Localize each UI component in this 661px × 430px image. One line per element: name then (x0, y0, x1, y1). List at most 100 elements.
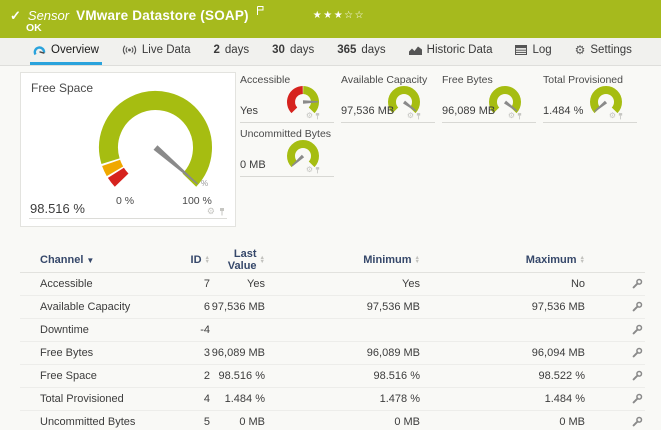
tab-historic-data[interactable]: Historic Data (406, 38, 496, 65)
tab-live-data[interactable]: Live Data (119, 38, 194, 65)
sort-icon: ▲▼ (580, 256, 585, 265)
cell-id: 5 (175, 416, 210, 428)
gauge-unit-label: % (201, 179, 208, 188)
panel-divider (29, 218, 227, 219)
gear-icon[interactable]: ⚙ (306, 166, 313, 174)
log-icon (515, 45, 527, 55)
cell-minimum: 0 MB (265, 416, 420, 428)
gear-icon[interactable]: ⚙ (407, 112, 414, 120)
gauge-value: 0 MB (240, 159, 266, 171)
object-kind-label: Sensor (28, 8, 69, 23)
cell-maximum: 96,094 MB (420, 347, 585, 359)
gear-icon[interactable]: ⚙ (306, 112, 313, 120)
channel-row[interactable]: Free Bytes 3 96,089 MB 96,089 MB 96,094 … (20, 342, 645, 365)
pin-icon[interactable] (315, 112, 320, 120)
sort-desc-icon: ▼ (86, 256, 94, 265)
pin-icon[interactable] (618, 112, 623, 120)
channel-settings-wrench-icon[interactable] (631, 370, 643, 382)
gauge-value: 96,089 MB (442, 105, 495, 117)
cell-channel: Free Space (40, 370, 175, 382)
tab-settings[interactable]: ⚙ Settings (572, 38, 635, 65)
pin-icon[interactable] (219, 207, 225, 216)
area-chart-icon (409, 45, 422, 55)
pin-icon[interactable] (315, 166, 320, 174)
cell-channel: Accessible (40, 278, 175, 290)
column-header-maximum[interactable]: Maximum ▲▼ (526, 254, 585, 266)
channel-gauge-panel[interactable]: Available Capacity 97,536 MB ⚙ (341, 72, 435, 123)
cell-maximum: 0 MB (420, 416, 585, 428)
cell-minimum: 98.516 % (265, 370, 420, 382)
sensor-overview-page: ✓ Sensor VMware Datastore (SOAP) ★★★☆☆ O… (0, 0, 661, 430)
channel-settings-wrench-icon[interactable] (631, 416, 643, 428)
channel-gauge-panel[interactable]: Uncommitted Bytes 0 MB ⚙ (240, 126, 334, 177)
cell-maximum: 1.484 % (420, 393, 585, 405)
priority-stars[interactable]: ★★★☆☆ (313, 10, 365, 21)
cell-maximum: 98.522 % (420, 370, 585, 382)
tab-2-days[interactable]: 2 days (210, 38, 252, 65)
cell-channel: Uncommitted Bytes (40, 416, 175, 428)
gauge-value: 98.516 % (30, 201, 85, 216)
column-header-minimum[interactable]: Minimum ▲▼ (363, 254, 420, 266)
channel-row[interactable]: Uncommitted Bytes 5 0 MB 0 MB 0 MB (20, 411, 645, 430)
tab-overview[interactable]: Overview (30, 38, 102, 65)
channel-row[interactable]: Accessible 7 Yes Yes No (20, 273, 645, 296)
channel-table: Channel ▼ ID ▲▼ Last Value ▲▼ Minimum ▲▼… (20, 248, 645, 430)
cell-last-value: 97,536 MB (210, 301, 265, 313)
channel-row[interactable]: Free Space 2 98.516 % 98.516 % 98.522 % (20, 365, 645, 388)
tab-30-days[interactable]: 30 days (269, 38, 317, 65)
channel-gauges-grid: Accessible Yes ⚙ Available Capacity 97,5… (240, 72, 644, 177)
gauges-section: Free Space 0 % 100 % % 98.516 % ⚙ Access… (0, 66, 661, 238)
channel-settings-wrench-icon[interactable] (631, 278, 643, 290)
channel-settings-wrench-icon[interactable] (631, 301, 643, 313)
channel-row[interactable]: Downtime -4 (20, 319, 645, 342)
column-header-channel[interactable]: Channel ▼ (40, 254, 175, 266)
channel-gauge-panel[interactable]: Accessible Yes ⚙ (240, 72, 334, 123)
cell-channel: Downtime (40, 324, 175, 336)
cell-channel: Available Capacity (40, 301, 175, 313)
cell-channel: Total Provisioned (40, 393, 175, 405)
sensor-title: VMware Datastore (SOAP) (76, 8, 249, 23)
channel-row[interactable]: Total Provisioned 4 1.484 % 1.478 % 1.48… (20, 388, 645, 411)
channel-row[interactable]: Available Capacity 6 97,536 MB 97,536 MB… (20, 296, 645, 319)
pin-icon[interactable] (517, 112, 522, 120)
tab-365-days[interactable]: 365 days (334, 38, 388, 65)
gear-icon: ⚙ (575, 44, 586, 56)
tab-bar: Overview Live Data 2 days 30 days 365 da… (0, 38, 661, 66)
primary-gauge-panel: Free Space 0 % 100 % % 98.516 % ⚙ (20, 72, 236, 227)
gauge-value: Yes (240, 105, 258, 117)
cell-channel: Free Bytes (40, 347, 175, 359)
tab-log[interactable]: Log (512, 38, 554, 65)
channel-settings-wrench-icon[interactable] (631, 347, 643, 359)
cell-minimum: Yes (265, 278, 420, 290)
gear-icon[interactable]: ⚙ (508, 112, 515, 120)
channel-gauge-panel[interactable]: Total Provisioned 1.484 % ⚙ (543, 72, 637, 123)
table-header-row: Channel ▼ ID ▲▼ Last Value ▲▼ Minimum ▲▼… (20, 248, 645, 273)
cell-id: 6 (175, 301, 210, 313)
column-header-id[interactable]: ID ▲▼ (191, 254, 210, 266)
cell-id: 7 (175, 278, 210, 290)
gear-icon[interactable]: ⚙ (609, 112, 616, 120)
status-check-icon: ✓ (10, 9, 21, 22)
column-header-last-value[interactable]: Last Value ▲▼ (210, 248, 265, 272)
channel-gauge-panel[interactable]: Free Bytes 96,089 MB ⚙ (442, 72, 536, 123)
gauge-min-label: 0 % (110, 195, 140, 207)
table-body: Accessible 7 Yes Yes No Available Capaci… (20, 273, 645, 430)
cell-id: -4 (175, 324, 210, 336)
broadcast-icon (122, 45, 137, 55)
gauge-value: 1.484 % (543, 105, 583, 117)
cell-last-value: 0 MB (210, 416, 265, 428)
gauge-icon (33, 45, 46, 56)
cell-id: 2 (175, 370, 210, 382)
cell-last-value: 96,089 MB (210, 347, 265, 359)
pin-icon[interactable] (416, 112, 421, 120)
channel-settings-wrench-icon[interactable] (631, 324, 643, 336)
channel-settings-wrench-icon[interactable] (631, 393, 643, 405)
sensor-status-text: OK (26, 22, 42, 34)
cell-minimum: 96,089 MB (265, 347, 420, 359)
gauge-value: 97,536 MB (341, 105, 394, 117)
gear-icon[interactable]: ⚙ (207, 207, 215, 216)
cell-minimum: 97,536 MB (265, 301, 420, 313)
cell-last-value: Yes (210, 278, 265, 290)
flag-icon (256, 2, 264, 20)
cell-last-value: 98.516 % (210, 370, 265, 382)
